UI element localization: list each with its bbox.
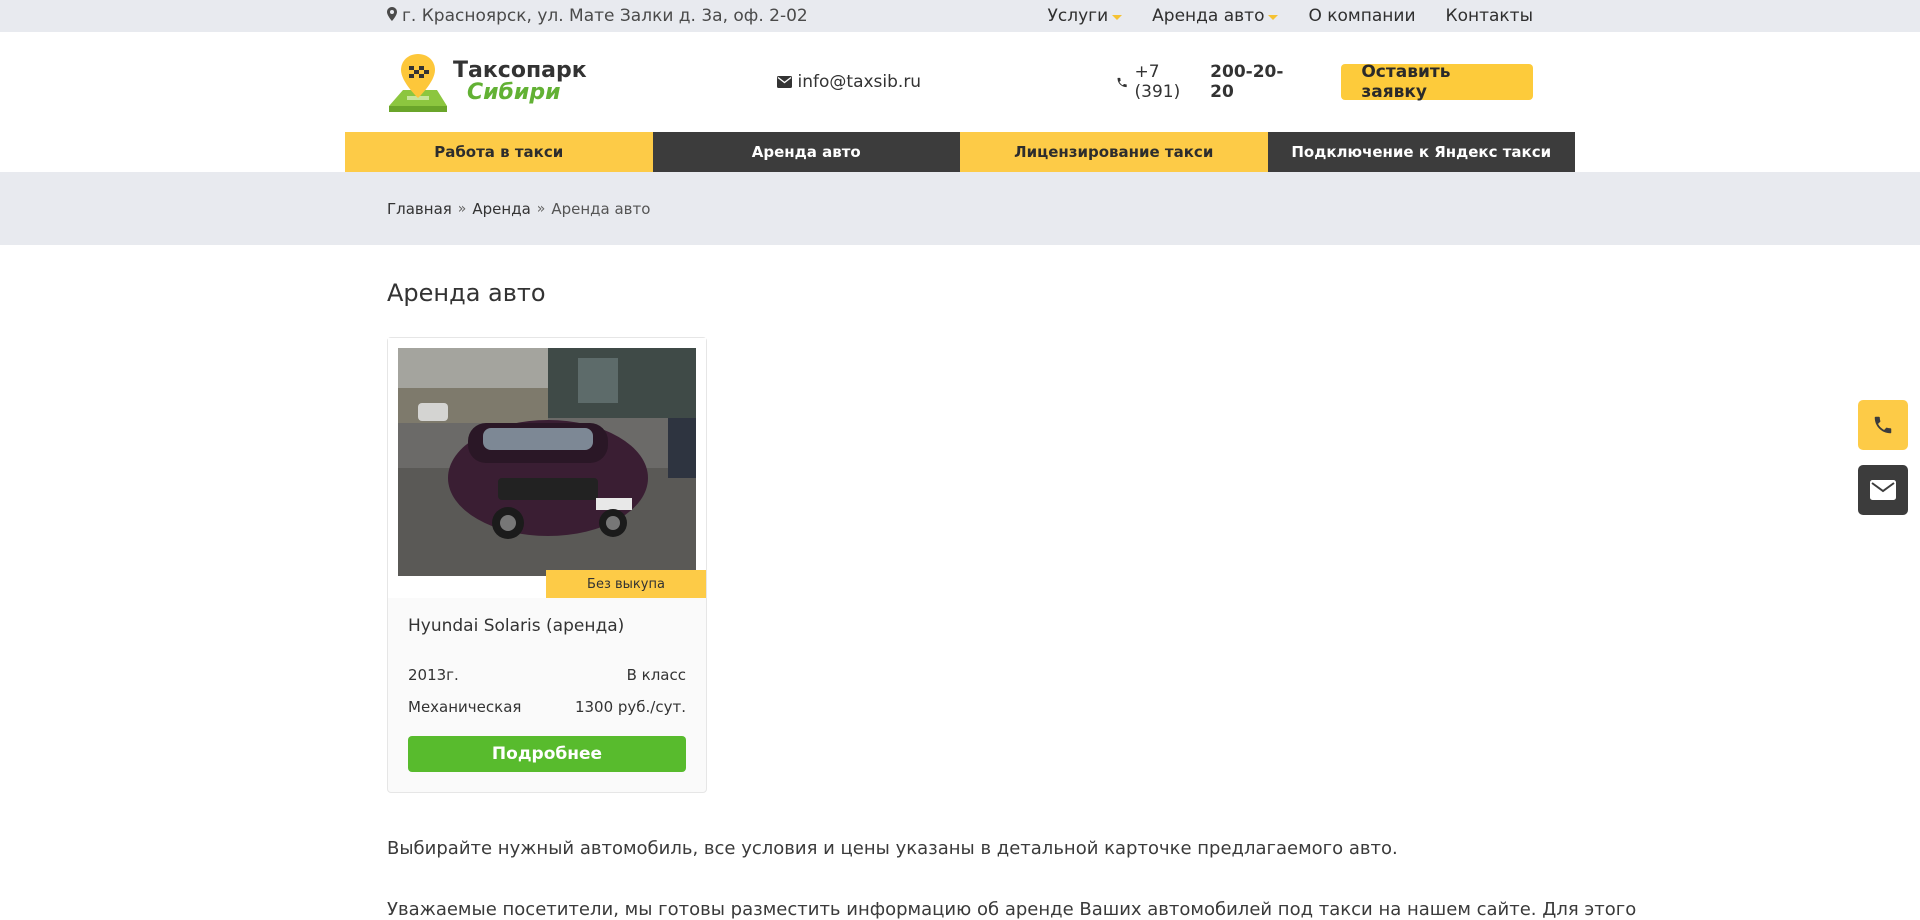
car-spec-row: Механическая 1300 руб./сут.	[388, 698, 706, 716]
main-content: Аренда авто Без выкупа Hyundai Solaris (…	[387, 279, 1637, 920]
car-year: 2013г.	[408, 666, 459, 684]
envelope-icon	[1870, 480, 1896, 500]
breadcrumb: Главная » Аренда » Аренда авто	[387, 172, 1533, 245]
phone-icon	[1874, 416, 1892, 434]
car-spec-row: 2013г. В класс	[388, 666, 706, 684]
breadcrumb-rent[interactable]: Аренда	[472, 200, 530, 218]
breadcrumb-current: Аренда авто	[551, 199, 651, 218]
car-photo-wrap[interactable]: Без выкупа	[388, 338, 706, 598]
logo[interactable]: Таксопарк Сибири	[387, 50, 765, 114]
leave-request-button[interactable]: Оставить заявку	[1341, 62, 1533, 102]
top-nav-label: Аренда авто	[1152, 6, 1265, 26]
envelope-icon	[776, 76, 792, 88]
top-nav-about[interactable]: О компании	[1308, 6, 1415, 26]
double-chevron-right-icon: »	[536, 200, 546, 217]
details-button[interactable]: Подробнее	[408, 736, 686, 772]
double-chevron-right-icon: »	[457, 200, 467, 217]
intro-paragraph: Выбирайте нужный автомобиль, все условия…	[387, 838, 1398, 859]
main-nav-yandex-connect[interactable]: Подключение к Яндекс такси	[1267, 132, 1575, 172]
phone-prefix: +7 (391)	[1134, 62, 1181, 102]
caret-down-icon	[1112, 14, 1123, 20]
top-bar: г. Красноярск, ул. Мате Залки д. 3а, оф.…	[0, 0, 1920, 32]
main-nav-car-rent[interactable]: Аренда авто	[652, 132, 960, 172]
float-mail-button[interactable]	[1858, 465, 1908, 515]
phone-number: 200-20-20	[1210, 62, 1284, 102]
car-title[interactable]: Hyundai Solaris (аренда)	[388, 598, 706, 636]
car-class: В класс	[626, 666, 686, 684]
top-nav-label: Контакты	[1445, 6, 1534, 26]
top-nav-services[interactable]: Услуги	[1048, 6, 1123, 26]
top-nav-contacts[interactable]: Контакты	[1446, 6, 1534, 26]
main-nav: Работа в такси Аренда авто Лицензировани…	[345, 132, 1575, 172]
car-card: Без выкупа Hyundai Solaris (аренда) 2013…	[387, 337, 707, 793]
top-nav-label: О компании	[1308, 6, 1416, 26]
car-transmission: Механическая	[408, 698, 522, 716]
main-nav-taxi-licensing[interactable]: Лицензирование такси	[960, 132, 1268, 172]
header-email[interactable]: info@taxsib.ru	[765, 72, 1117, 92]
caret-down-icon	[1268, 14, 1279, 20]
no-buyout-badge: Без выкупа	[546, 570, 706, 598]
top-nav-label: Услуги	[1047, 6, 1109, 26]
car-price: 1300 руб./сут.	[574, 698, 686, 716]
page-title: Аренда авто	[387, 279, 546, 307]
float-call-button[interactable]	[1858, 400, 1908, 450]
email-text: info@taxsib.ru	[797, 72, 922, 92]
owners-paragraph: Уважаемые посетители, мы готовы размести…	[387, 899, 1637, 920]
phone-icon	[1117, 77, 1127, 87]
logo-title: Таксопарк	[453, 58, 587, 83]
car-photo	[398, 348, 696, 576]
map-pin-icon	[387, 6, 397, 26]
main-nav-taxi-work[interactable]: Работа в такси	[345, 132, 653, 172]
header-phone[interactable]: +7 (391) 200-20-20	[1116, 62, 1301, 102]
taxi-pin-logo-icon	[387, 50, 449, 114]
logo-subtitle: Сибири	[467, 80, 561, 105]
breadcrumb-band: Главная » Аренда » Аренда авто	[0, 172, 1920, 245]
breadcrumb-home[interactable]: Главная	[387, 200, 452, 218]
top-nav: Услуги Аренда авто О компании Контакты	[1048, 6, 1533, 26]
top-nav-rent[interactable]: Аренда авто	[1152, 6, 1279, 26]
address-text: г. Красноярск, ул. Мате Залки д. 3а, оф.…	[402, 6, 808, 26]
header: Таксопарк Сибири info@taxsib.ru +7 (391)…	[0, 32, 1920, 132]
address: г. Красноярск, ул. Мате Залки д. 3а, оф.…	[387, 6, 808, 26]
